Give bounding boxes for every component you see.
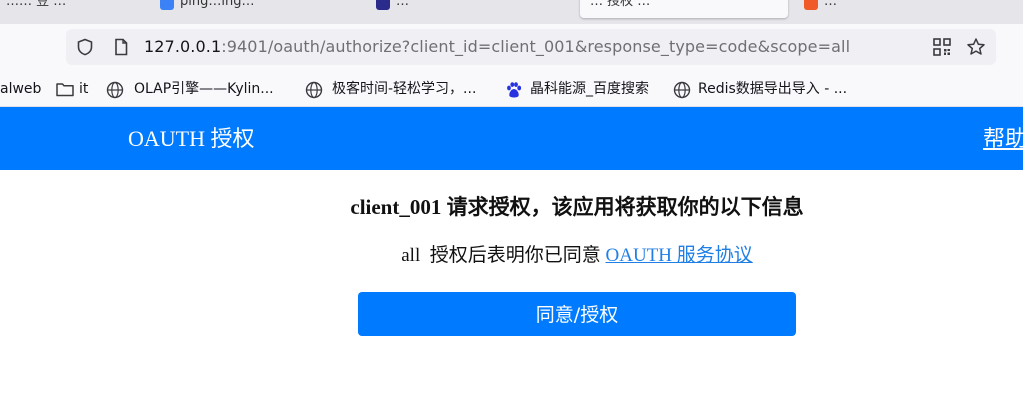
bookmark-item[interactable]: 极客时间-轻松学习，...	[332, 80, 476, 98]
globe-icon	[106, 81, 124, 99]
service-agreement-link[interactable]: OAUTH 服务协议	[606, 245, 753, 266]
browser-tab[interactable]: …	[396, 0, 409, 14]
bookmarks-toolbar: alweb it OLAP引擎——Kylin... 极客时间-轻松学习，... …	[0, 72, 1023, 107]
tab-favicon-icon	[160, 0, 174, 10]
browser-tab[interactable]: …… 豆 …	[6, 0, 66, 14]
approve-authorize-button[interactable]: 同意/授权	[358, 292, 796, 336]
url-text[interactable]: 127.0.0.1:9401/oauth/authorize?client_id…	[144, 38, 850, 56]
tracking-protection-shield-icon[interactable]	[76, 38, 94, 56]
browser-nav-bar: 127.0.0.1:9401/oauth/authorize?client_id…	[0, 24, 1023, 72]
page-info-icon[interactable]	[112, 38, 130, 56]
bookmark-item[interactable]: it	[79, 80, 88, 98]
bookmark-item[interactable]: Redis数据导出导入 - ...	[698, 80, 847, 98]
authorization-request-heading: client_001 请求授权，该应用将获取你的以下信息	[350, 195, 804, 219]
globe-icon	[673, 81, 691, 99]
baidu-paw-icon	[507, 82, 522, 98]
help-link[interactable]: 帮助	[983, 126, 1023, 152]
active-tab-label: … 授权 …	[590, 0, 651, 9]
browser-tab[interactable]: …	[824, 0, 837, 14]
address-bar[interactable]: 127.0.0.1:9401/oauth/authorize?client_id…	[66, 29, 996, 65]
bookmark-item[interactable]: OLAP引擎——Kylin...	[134, 80, 274, 98]
folder-icon	[56, 83, 74, 97]
bookmark-star-icon[interactable]	[966, 37, 986, 57]
url-host: 127.0.0.1	[144, 37, 222, 56]
page-header: OAUTH 授权 帮助	[0, 107, 1023, 170]
bookmark-item[interactable]: 晶科能源_百度搜索	[530, 80, 649, 98]
globe-icon	[305, 81, 323, 99]
brand-title[interactable]: OAUTH 授权	[128, 126, 255, 152]
url-path: :9401/oauth/authorize?client_id=client_0…	[221, 37, 851, 56]
consent-text: 授权后表明你已同意	[429, 245, 601, 266]
scope-value: all	[401, 245, 421, 266]
scope-consent-line: all 授权后表明你已同意 OAUTH 服务协议	[0, 244, 1023, 268]
tab-favicon-icon	[376, 0, 390, 10]
tab-favicon-icon	[804, 0, 818, 10]
active-browser-tab[interactable]: … 授权 …	[580, 0, 788, 18]
browser-tab-strip: …… 豆 … ping…ing… … … 授权 … …	[0, 0, 1023, 24]
bookmark-item[interactable]: alweb	[0, 80, 41, 98]
browser-tab[interactable]: ping…ing…	[180, 0, 254, 14]
qr-code-icon[interactable]	[933, 38, 951, 56]
